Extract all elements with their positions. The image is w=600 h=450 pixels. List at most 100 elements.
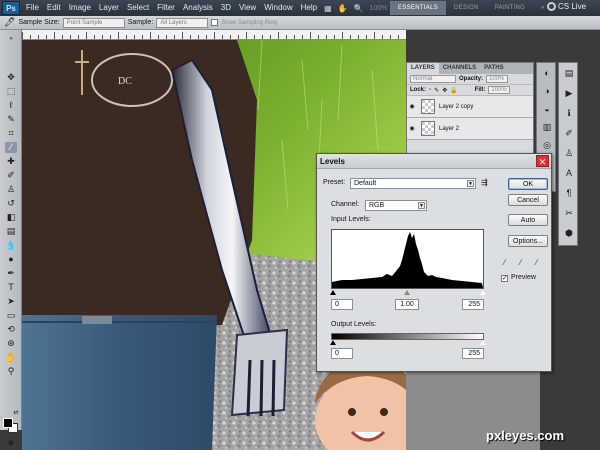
menu-file[interactable]: File xyxy=(22,0,43,16)
eyedropper-tool-icon[interactable]: ⁄ xyxy=(5,142,17,153)
dodge-tool-icon[interactable]: ● xyxy=(5,254,17,265)
history-panel-icon[interactable]: ▤ xyxy=(563,67,575,79)
tool-presets-panel-icon[interactable]: ✂ xyxy=(563,207,575,219)
workspace-essentials[interactable]: ESSENTIALS xyxy=(390,1,447,15)
white-eyedropper-icon[interactable]: ⁄ xyxy=(536,258,537,267)
blend-mode-select[interactable]: Normal xyxy=(410,75,456,83)
workspace-design[interactable]: DESIGN xyxy=(446,1,487,15)
close-dialog-button[interactable]: ✕ xyxy=(536,155,549,167)
preset-options-icon[interactable]: ⇶ xyxy=(481,178,488,187)
lasso-tool-icon[interactable]: ℓ xyxy=(5,100,17,111)
paragraph-panel-icon[interactable]: ¶ xyxy=(563,187,575,199)
color-panel-icon[interactable]: ◐ xyxy=(541,67,553,79)
healing-brush-tool-icon[interactable]: ✚ xyxy=(5,156,17,167)
fill-input[interactable]: 100% xyxy=(488,86,511,94)
pen-tool-icon[interactable]: ✒ xyxy=(5,268,17,279)
menu-select[interactable]: Select xyxy=(123,0,153,16)
menu-analysis[interactable]: Analysis xyxy=(179,0,217,16)
quick-selection-tool-icon[interactable]: ✎ xyxy=(5,114,17,125)
lock-all-icon[interactable]: 🔒 xyxy=(450,87,457,94)
output-white-slider[interactable] xyxy=(480,340,486,345)
hand-tool-icon[interactable]: ✋ xyxy=(5,352,17,363)
auto-button[interactable]: Auto xyxy=(508,214,548,226)
lock-position-icon[interactable]: ✥ xyxy=(442,87,447,94)
tab-channels[interactable]: CHANNELS xyxy=(439,63,480,74)
levels-dialog-title[interactable]: Levels xyxy=(317,154,551,169)
menu-edit[interactable]: Edit xyxy=(43,0,65,16)
hand-tool-icon[interactable]: ✋ xyxy=(335,4,351,13)
menu-help[interactable]: Help xyxy=(297,0,321,16)
brushes-panel-icon[interactable]: ✐ xyxy=(563,127,575,139)
menu-image[interactable]: Image xyxy=(65,0,95,16)
black-eyedropper-icon[interactable]: ⁄ xyxy=(504,258,505,267)
preset-select[interactable]: Default ▼ xyxy=(350,178,476,189)
menu-view[interactable]: View xyxy=(235,0,260,16)
output-black-slider[interactable] xyxy=(330,340,336,345)
3d-panel-icon[interactable]: ⬢ xyxy=(563,227,575,239)
toolbox-collapse-icon[interactable]: » xyxy=(5,34,17,45)
type-tool-icon[interactable]: T xyxy=(5,282,17,293)
sample-size-select[interactable]: Point Sample xyxy=(62,17,125,28)
channel-select[interactable]: RGB ▼ xyxy=(365,200,427,211)
blur-tool-icon[interactable]: 💧 xyxy=(5,240,17,251)
menu-filter[interactable]: Filter xyxy=(153,0,179,16)
gray-eyedropper-icon[interactable]: ⁄ xyxy=(520,258,521,267)
brush-tool-icon[interactable]: ✐ xyxy=(5,170,17,181)
zoom-tool-icon[interactable]: 🔍 xyxy=(351,4,367,13)
sample-select[interactable]: All Layers xyxy=(156,17,209,28)
input-white-slider[interactable] xyxy=(480,290,486,295)
input-gamma-slider[interactable] xyxy=(404,290,410,295)
lock-transparent-icon[interactable]: ▫ xyxy=(429,87,431,93)
tab-layers[interactable]: LAYERS xyxy=(407,63,439,74)
layers-panel-icon[interactable]: ▥ xyxy=(541,121,553,133)
show-sampling-ring-checkbox[interactable] xyxy=(211,19,219,26)
info-panel-icon[interactable]: ℹ xyxy=(563,107,575,119)
opacity-input[interactable]: 100% xyxy=(486,75,509,83)
actions-panel-icon[interactable]: ▶ xyxy=(563,87,575,99)
path-selection-tool-icon[interactable]: ➤ xyxy=(5,296,17,307)
input-black-slider[interactable] xyxy=(330,290,336,295)
eyedropper-preset-icon[interactable]: 🖊 xyxy=(4,17,15,28)
visibility-eye-icon[interactable]: ◉ xyxy=(407,103,417,110)
workspace-painting[interactable]: PAINTING xyxy=(487,1,533,15)
adjustments-panel-icon[interactable]: ◑ xyxy=(541,85,553,97)
shape-tool-icon[interactable]: ▭ xyxy=(5,310,17,321)
input-gamma-field[interactable]: 1.00 xyxy=(395,299,419,310)
tab-paths[interactable]: PATHS xyxy=(480,63,507,74)
move-tool-icon[interactable]: ✥ xyxy=(5,72,17,83)
preview-checkbox[interactable]: ✓ xyxy=(501,275,508,282)
cancel-button[interactable]: Cancel xyxy=(508,194,548,206)
masks-panel-icon[interactable]: ◒ xyxy=(541,103,553,115)
gradient-tool-icon[interactable]: ▤ xyxy=(5,226,17,237)
input-black-field[interactable]: 0 xyxy=(331,299,353,310)
history-brush-tool-icon[interactable]: ↺ xyxy=(5,198,17,209)
menu-3d[interactable]: 3D xyxy=(217,0,235,16)
menu-window[interactable]: Window xyxy=(260,0,296,16)
quick-mask-icon[interactable]: ◙ xyxy=(5,437,17,448)
bridge-icon[interactable]: ▦ xyxy=(321,4,335,13)
cs-live[interactable]: CS Live xyxy=(547,2,586,11)
foreground-color-swatch[interactable] xyxy=(3,418,13,428)
3d-rotate-tool-icon[interactable]: ⟲ xyxy=(5,324,17,335)
swap-colors-icon[interactable]: ⇄ xyxy=(12,408,20,419)
input-white-field[interactable]: 255 xyxy=(462,299,484,310)
3d-orbit-tool-icon[interactable]: ⊛ xyxy=(5,338,17,349)
crop-tool-icon[interactable]: ⌗ xyxy=(5,128,17,139)
marquee-tool-icon[interactable]: ⬚ xyxy=(5,86,17,97)
options-button[interactable]: Options... xyxy=(508,235,548,247)
clone-source-panel-icon[interactable]: ♙ xyxy=(563,147,575,159)
layer-row[interactable]: ◉ Layer 2 copy xyxy=(407,96,533,118)
zoom-level[interactable]: 100% xyxy=(367,5,391,12)
visibility-eye-icon[interactable]: ◉ xyxy=(407,125,417,132)
eraser-tool-icon[interactable]: ◧ xyxy=(5,212,17,223)
channels-panel-icon[interactable]: ◎ xyxy=(541,139,553,151)
lock-image-icon[interactable]: ✎ xyxy=(434,87,439,94)
output-black-field[interactable]: 0 xyxy=(331,348,353,359)
character-panel-icon[interactable]: A xyxy=(563,167,575,179)
zoom-tool-icon[interactable]: ⚲ xyxy=(5,366,17,377)
clone-stamp-tool-icon[interactable]: ♙ xyxy=(5,184,17,195)
output-white-field[interactable]: 255 xyxy=(462,348,484,359)
menu-layer[interactable]: Layer xyxy=(95,0,123,16)
layer-row[interactable]: ◉ Layer 2 xyxy=(407,118,533,140)
ok-button[interactable]: OK xyxy=(508,178,548,190)
